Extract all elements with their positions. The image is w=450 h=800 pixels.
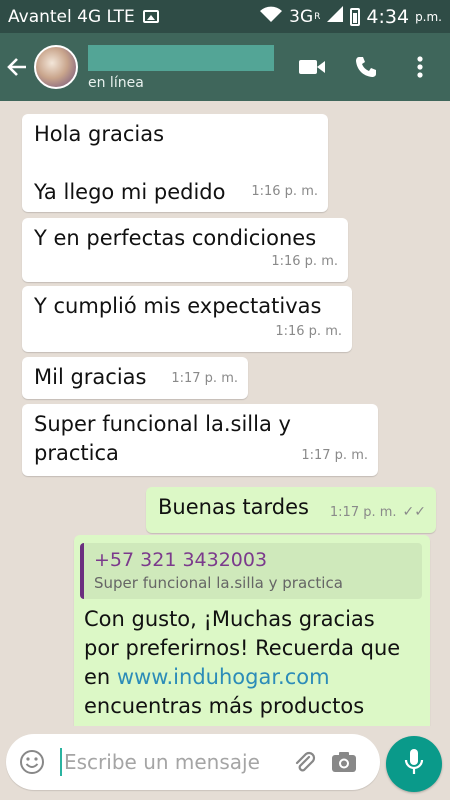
message-timestamp: 1:17 p. m. [329,505,397,520]
message-text-line: en www.induhogar.com [84,663,422,692]
input-container[interactable] [6,734,380,790]
signal-icon [326,5,344,28]
camera-icon[interactable] [324,734,364,790]
message-timestamp: 1:16 p. m. [251,184,318,199]
status-bar: Avantel 4G LTE 3G R 4:34 p.m. [0,0,450,33]
message-bubble-incoming[interactable]: Y cumplió mis expectativas 1:16 p. m. [22,286,352,352]
quoted-message[interactable]: +57 321 3432003 Super funcional la.silla… [80,543,422,599]
message-bubble-incoming[interactable]: Y en perfectas condiciones 1:16 p. m. [22,218,348,282]
battery-icon [350,7,361,26]
chat-header: en línea [0,33,450,101]
message-bubble-outgoing[interactable]: Buenas tardes 1:17 p. m. ✓✓ [146,487,436,533]
chat-area[interactable]: Hola gracias Ya llego mi pedido 1:16 p. … [0,101,450,726]
message-text-line: Super funcional la.silla y [34,412,291,436]
roaming-indicator: R [314,11,321,22]
message-text-prefix: en [84,665,117,689]
message-bubble-incoming[interactable]: Hola gracias Ya llego mi pedido 1:16 p. … [22,114,328,212]
message-timestamp: 1:16 p. m. [275,324,342,339]
image-notification-icon [142,10,159,23]
mic-icon [403,748,425,780]
phone-icon[interactable] [352,53,380,81]
message-bubble-incoming[interactable]: Mil gracias 1:17 p. m. [22,357,248,399]
contact-name-redacted [88,45,274,71]
message-text-line: encuentras más productos [84,694,365,718]
contact-info[interactable]: en línea [88,33,274,101]
quoted-text: Super funcional la.silla y practica [94,574,343,592]
message-timestamp: 1:17 p. m. [301,448,368,463]
back-arrow-icon[interactable] [0,33,34,101]
avatar[interactable] [34,45,78,89]
text-caret [60,748,62,776]
mic-button[interactable] [386,736,442,792]
message-bubble-incoming[interactable]: Super funcional la.silla y practica 1:17… [22,404,378,476]
clock-time: 4:34 [366,5,410,28]
clock-ampm: p.m. [415,9,442,24]
double-check-icon: ✓✓ [402,504,426,520]
message-text-line: Hola gracias [34,122,165,146]
message-status: 1:17 p. m. ✓✓ [330,498,426,527]
message-input[interactable] [64,750,284,774]
message-text-line: Con gusto, ¡Muchas gracias [84,607,375,631]
website-link[interactable]: www.induhogar.com [117,665,330,689]
more-options-icon[interactable] [406,53,434,81]
attach-icon[interactable] [284,734,324,790]
message-text-line: por preferirnos! Recuerda que [84,636,401,660]
contact-status: en línea [88,75,144,91]
video-call-icon[interactable] [298,53,326,81]
message-bubble-outgoing[interactable]: +57 321 3432003 Super funcional la.silla… [74,535,430,726]
carrier-label: Avantel 4G LTE [8,6,135,27]
message-composer [0,726,450,800]
emoji-icon[interactable] [6,734,58,790]
network-type: 3G [289,6,314,27]
message-timestamp: 1:16 p. m. [271,254,338,269]
wifi-icon [259,5,283,28]
message-timestamp: 1:17 p. m. [171,371,238,386]
quoted-sender: +57 321 3432003 [94,549,268,571]
